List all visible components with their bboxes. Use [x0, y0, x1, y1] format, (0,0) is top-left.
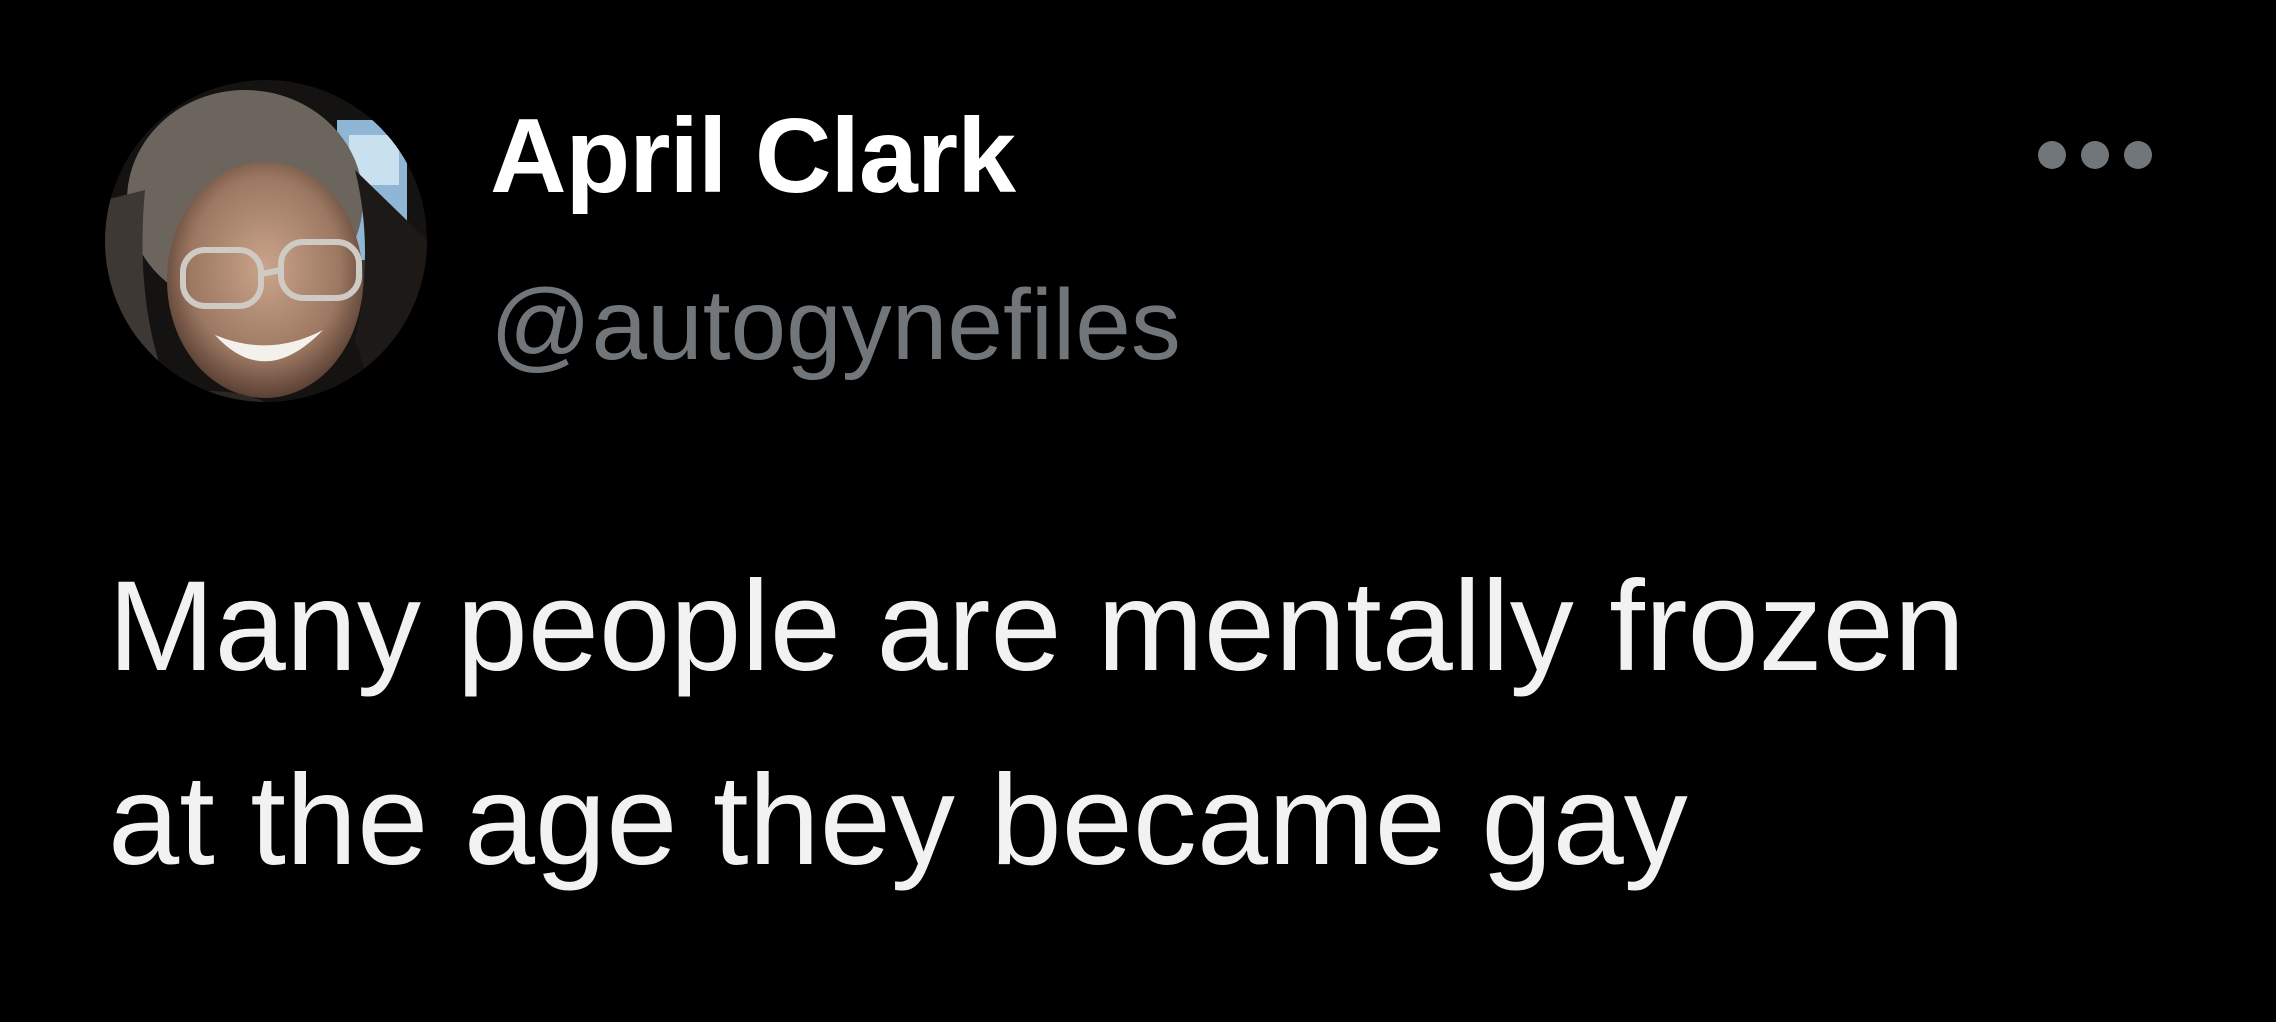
more-options-button[interactable] — [2032, 128, 2158, 182]
tweet-card: April Clark @autogynefiles Many people a… — [0, 0, 2276, 1022]
avatar[interactable] — [105, 80, 427, 402]
tweet-text-line: at the age they became gay — [108, 749, 1688, 892]
more-horizontal-icon — [2038, 141, 2152, 169]
author-handle[interactable]: @autogynefiles — [490, 268, 1181, 383]
tweet-text-line: Many people are mentally frozen — [108, 555, 1965, 698]
author-display-name[interactable]: April Clark — [490, 96, 1016, 218]
tweet-text: Many people are mentally frozen at the a… — [108, 530, 2208, 918]
profile-photo-icon — [105, 80, 427, 402]
